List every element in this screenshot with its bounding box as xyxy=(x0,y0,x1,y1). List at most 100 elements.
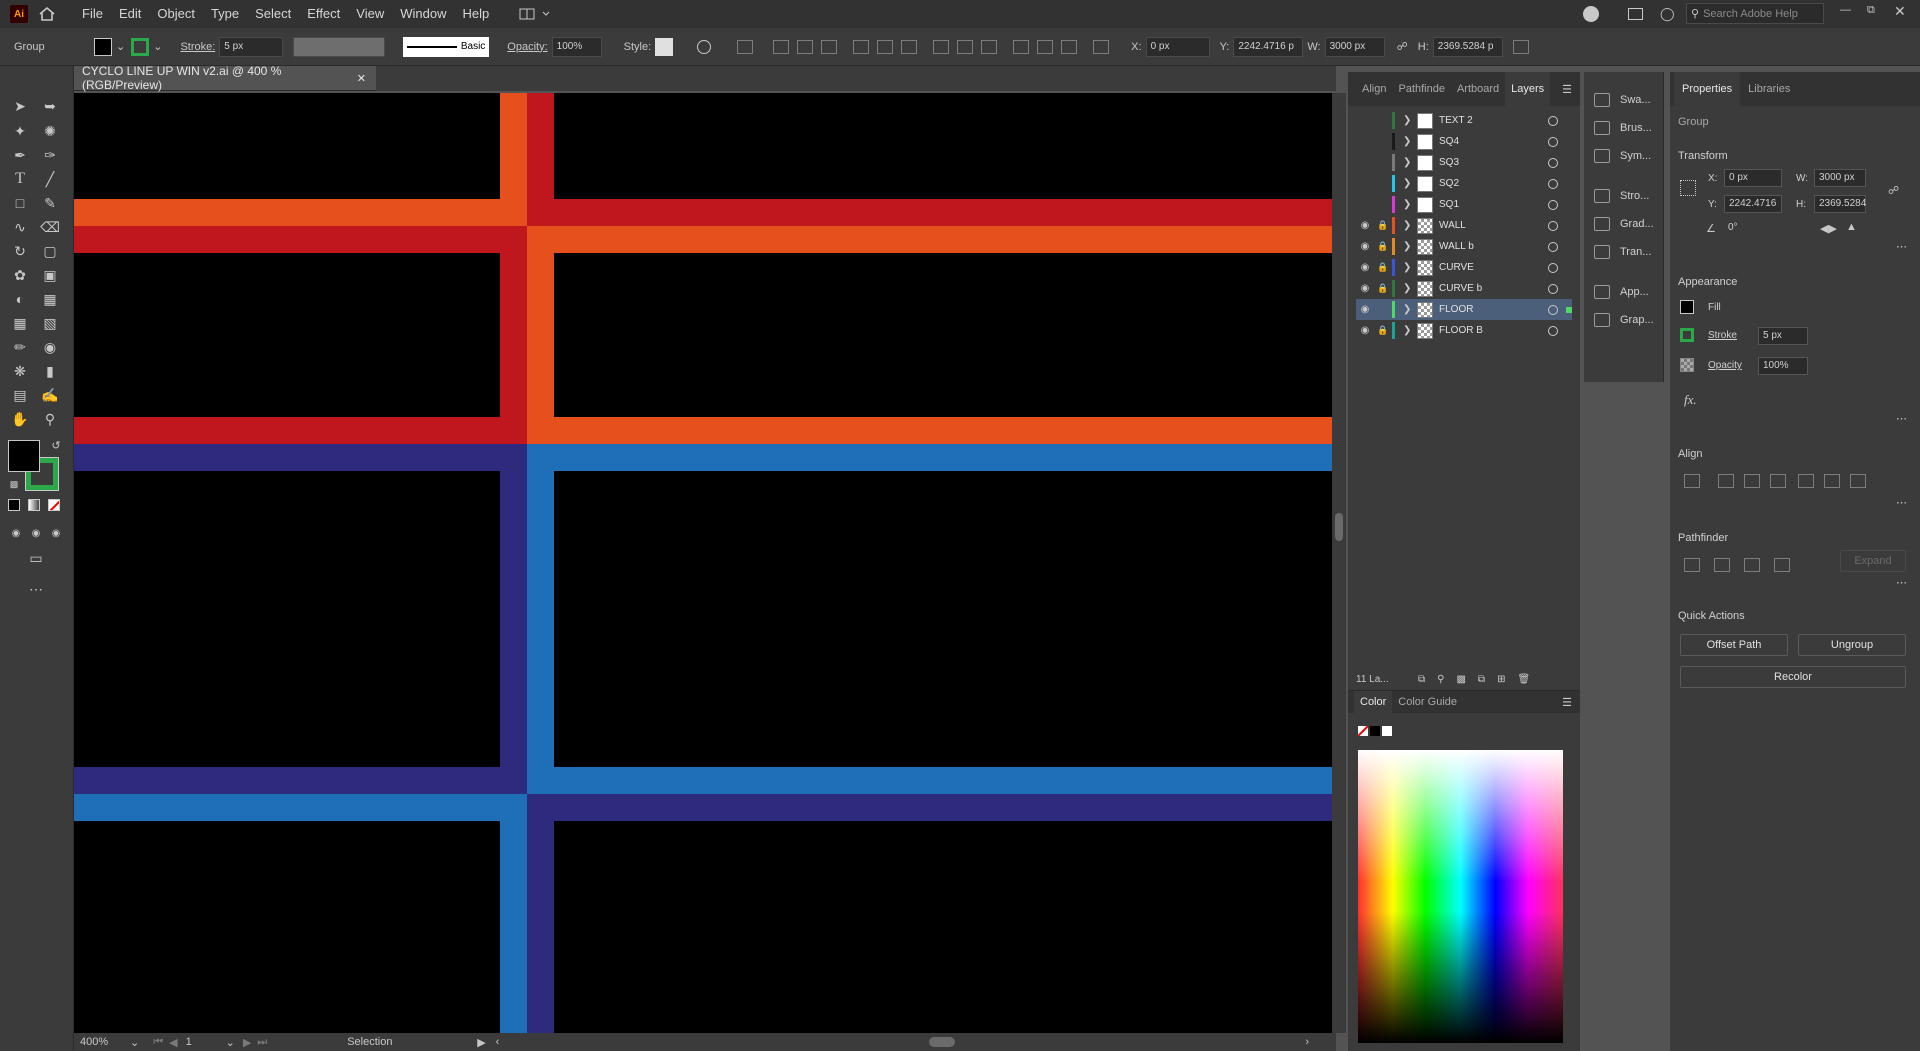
magic-wand-tool-icon[interactable]: ✦ xyxy=(10,121,30,141)
selection-indicator-icon[interactable] xyxy=(1566,306,1572,313)
expand-chevron-icon[interactable]: ❯ xyxy=(1403,199,1417,210)
free-transform-tool-icon[interactable]: ▣ xyxy=(40,265,60,285)
align-left-icon[interactable] xyxy=(1718,474,1734,488)
artboard-tool-icon[interactable]: ▤ xyxy=(10,385,30,405)
layer-row[interactable]: ◉ 🔒 ❯ CURVE xyxy=(1356,257,1572,278)
navy-horizontal-band-right-6[interactable] xyxy=(527,794,1332,821)
hscroll-thumb[interactable] xyxy=(929,1037,956,1047)
dock-symbols[interactable]: Sym... xyxy=(1594,144,1660,168)
search-help-field[interactable]: ⚲ Search Adobe Help xyxy=(1686,3,1824,24)
red-horizontal-band-left-2[interactable] xyxy=(74,226,527,253)
none-swatch[interactable] xyxy=(1358,726,1368,736)
align-to-icon[interactable] xyxy=(1684,474,1700,488)
edit-toolbar-icon[interactable]: ⋯ xyxy=(26,579,46,599)
layer-row[interactable]: ❯ SQ1 xyxy=(1356,194,1572,215)
navy-horizontal-band-left-4[interactable] xyxy=(74,444,527,471)
target-circle-icon[interactable] xyxy=(1548,262,1558,273)
lock-icon[interactable]: 🔒 xyxy=(1374,220,1392,231)
red-vertical-band-upper[interactable] xyxy=(527,93,554,199)
h-field[interactable]: 2369.5284 p xyxy=(1432,36,1503,57)
chevron-down-icon[interactable]: ⌄ xyxy=(226,1036,235,1049)
stroke-weight-field[interactable]: 5 px xyxy=(1758,327,1808,345)
layer-row[interactable]: ◉ 🔒 ❯ CURVE b xyxy=(1356,278,1572,299)
blue-horizontal-band-right-5[interactable] xyxy=(527,767,1332,794)
ungroup-button[interactable]: Ungroup xyxy=(1798,634,1906,656)
expand-chevron-icon[interactable]: ❯ xyxy=(1403,304,1417,315)
orange-horizontal-band-right-2[interactable] xyxy=(527,226,1332,253)
shape-builder-tool-icon[interactable]: ◐ xyxy=(10,289,30,309)
shaper-tool-icon[interactable]: ∿ xyxy=(10,217,30,237)
draw-normal-icon[interactable]: ◉ xyxy=(6,524,26,544)
lightbulb-icon[interactable]: ◯ xyxy=(1660,6,1675,22)
layer-row[interactable]: ❯ SQ4 xyxy=(1356,131,1572,152)
flip-vertical-icon[interactable]: ▲ xyxy=(1846,221,1857,233)
expand-chevron-icon[interactable]: ❯ xyxy=(1403,283,1417,294)
orange-horizontal-band-right-3[interactable] xyxy=(527,417,1332,444)
align-top-icon[interactable] xyxy=(1798,474,1814,488)
layer-row[interactable]: ❯ TEXT 2 xyxy=(1356,110,1572,131)
close-window-icon[interactable]: ✕ xyxy=(1894,3,1906,20)
layer-row[interactable]: ❯ SQ2 xyxy=(1356,173,1572,194)
target-circle-icon[interactable] xyxy=(1548,178,1558,189)
lock-icon[interactable]: 🔒 xyxy=(1374,283,1392,294)
panel-menu-icon[interactable]: ☰ xyxy=(1562,696,1572,709)
expand-chevron-icon[interactable]: ❯ xyxy=(1403,136,1417,147)
red-vertical-band-mid[interactable] xyxy=(500,253,527,417)
lasso-tool-icon[interactable]: ✺ xyxy=(40,121,60,141)
artboard-number-field[interactable]: 1 xyxy=(186,1036,226,1048)
menu-type[interactable]: Type xyxy=(203,0,247,28)
horizontal-align-left-icon[interactable] xyxy=(773,39,790,54)
menu-effect[interactable]: Effect xyxy=(299,0,348,28)
red-horizontal-band-left-3[interactable] xyxy=(74,417,527,444)
target-circle-icon[interactable] xyxy=(1548,304,1558,315)
rotate-tool-icon[interactable]: ↻ xyxy=(10,241,30,261)
expand-chevron-icon[interactable]: ❯ xyxy=(1403,241,1417,252)
align-vcenter-icon[interactable] xyxy=(1824,474,1840,488)
scrollbar-thumb[interactable] xyxy=(1335,513,1343,541)
tab-pathfinder[interactable]: Pathfinde xyxy=(1392,83,1450,95)
home-icon[interactable] xyxy=(38,6,56,22)
rectangle-tool-icon[interactable]: □ xyxy=(10,193,30,213)
blend-tool-icon[interactable]: ◉ xyxy=(40,337,60,357)
hscroll-left-icon[interactable]: ‹ xyxy=(496,1036,500,1048)
fill-swatch[interactable] xyxy=(94,37,112,56)
expand-chevron-icon[interactable]: ❯ xyxy=(1403,178,1417,189)
tab-color[interactable]: Color xyxy=(1354,691,1393,713)
dock-transparency[interactable]: Tran... xyxy=(1594,240,1660,264)
tab-artboards[interactable]: Artboard xyxy=(1451,83,1505,95)
more-options-icon[interactable]: ⋯ xyxy=(1896,576,1907,589)
menu-object[interactable]: Object xyxy=(149,0,203,28)
variable-width-field[interactable] xyxy=(293,36,386,57)
distribute-center-icon[interactable] xyxy=(957,39,974,54)
menu-help[interactable]: Help xyxy=(454,0,497,28)
line-tool-icon[interactable]: ╱ xyxy=(40,169,60,189)
tab-libraries[interactable]: Libraries xyxy=(1740,83,1798,95)
locate-object-icon[interactable]: ⚲ xyxy=(1437,674,1444,685)
draw-behind-icon[interactable]: ◉ xyxy=(26,524,46,544)
user-icon[interactable] xyxy=(1583,6,1599,22)
default-fill-stroke-icon[interactable]: ▩ xyxy=(4,474,24,494)
lock-icon[interactable]: 🔒 xyxy=(1374,325,1392,336)
stroke-swatch[interactable] xyxy=(1680,328,1694,342)
lock-icon[interactable]: 🔒 xyxy=(1374,241,1392,252)
hscroll-right-icon[interactable]: › xyxy=(1305,1036,1309,1048)
screen-mode-icon[interactable]: ▭ xyxy=(26,548,46,568)
dock-appearance[interactable]: App... xyxy=(1594,280,1660,304)
expand-chevron-icon[interactable]: ❯ xyxy=(1403,325,1417,336)
expand-chevron-icon[interactable]: ❯ xyxy=(1403,115,1417,126)
expand-chevron-icon[interactable]: ❯ xyxy=(1403,157,1417,168)
expand-button[interactable]: Expand xyxy=(1840,550,1906,572)
layer-row[interactable]: ◉ ❯ FLOOR xyxy=(1356,299,1572,320)
navy-vertical-band-bottom[interactable] xyxy=(527,821,554,1033)
menu-select[interactable]: Select xyxy=(247,0,299,28)
more-options-icon[interactable]: ⋯ xyxy=(1896,496,1907,509)
color-mode-icon[interactable] xyxy=(8,499,20,511)
expand-chevron-icon[interactable]: ❯ xyxy=(1403,220,1417,231)
eye-icon[interactable]: ◉ xyxy=(1356,283,1374,294)
vertical-align-top-icon[interactable] xyxy=(853,39,870,54)
distribute-hcenter-icon[interactable] xyxy=(1037,39,1054,54)
align-right-icon[interactable] xyxy=(1770,474,1786,488)
more-options-icon[interactable]: ⋯ xyxy=(1896,240,1907,253)
scale-tool-icon[interactable]: ▢ xyxy=(40,241,60,261)
target-circle-icon[interactable] xyxy=(1548,241,1558,252)
